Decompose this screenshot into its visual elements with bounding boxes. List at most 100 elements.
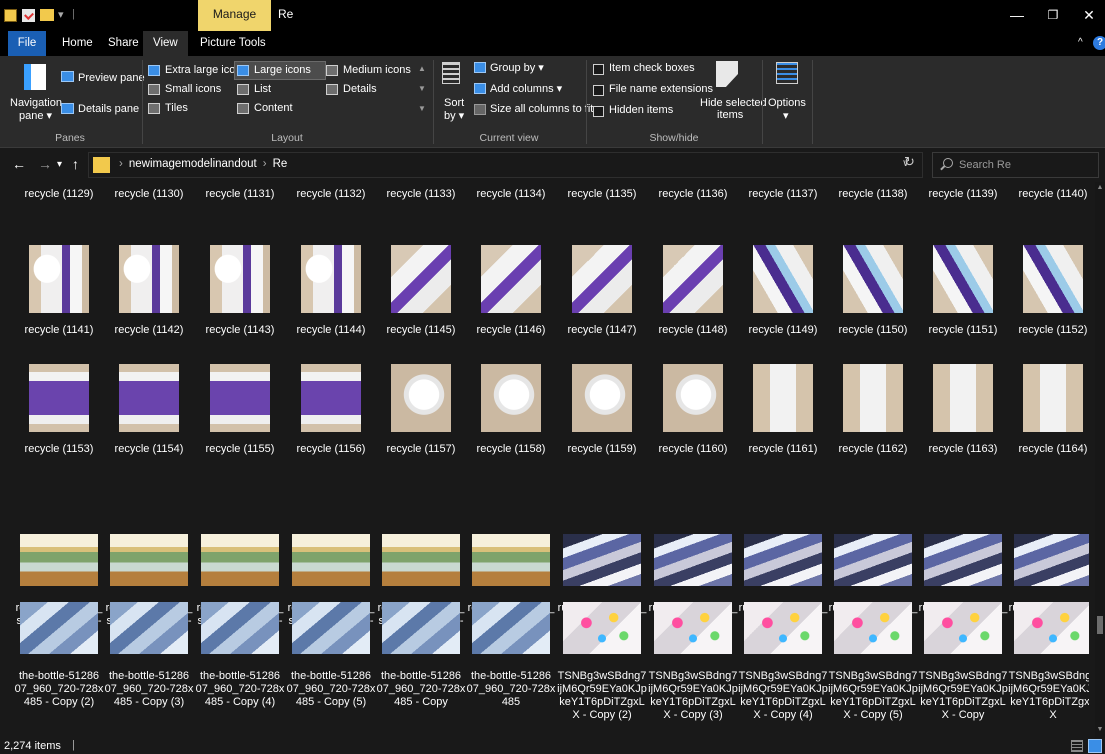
file-thumbnail[interactable] — [201, 602, 279, 654]
file-thumbnail[interactable] — [563, 534, 641, 586]
content-option[interactable]: Content — [235, 100, 293, 117]
options-button[interactable]: Options — [768, 97, 806, 109]
large-icons-view-button[interactable] — [1088, 739, 1102, 753]
file-thumbnail[interactable] — [924, 602, 1002, 654]
up-button[interactable]: ↑ — [72, 156, 79, 172]
file-thumbnail[interactable] — [292, 534, 370, 586]
back-button[interactable]: ← — [12, 156, 26, 172]
file-thumbnail[interactable] — [391, 245, 451, 313]
file-thumbnail[interactable] — [1014, 602, 1089, 654]
scroll-down-arrow[interactable]: ▼ — [1095, 726, 1105, 733]
group-by-button[interactable]: Group by ▾ — [490, 61, 544, 74]
navigation-pane-button-line2[interactable]: pane ▾ — [19, 109, 52, 122]
file-thumbnail[interactable] — [933, 245, 993, 313]
address-bar[interactable]: › newimagemodelinandout › Re ∨ — [88, 152, 923, 178]
details-pane-button[interactable]: Details pane — [78, 103, 139, 115]
checkmark-icon[interactable] — [22, 9, 35, 22]
recent-locations-button[interactable]: ▾ — [57, 159, 62, 170]
options-dropdown-arrow[interactable]: ▾ — [783, 109, 789, 122]
search-input[interactable] — [957, 155, 1087, 175]
scroll-thumb[interactable] — [1097, 616, 1103, 634]
file-thumbnail[interactable] — [753, 364, 813, 432]
sort-by-button[interactable]: Sort — [444, 97, 464, 109]
quick-access-dropdown[interactable]: ▾ — [58, 8, 64, 22]
medium-icons-option[interactable]: Medium icons — [324, 62, 411, 79]
file-thumbnail[interactable] — [834, 534, 912, 586]
file-thumbnail[interactable] — [301, 364, 361, 432]
details-option[interactable]: Details — [324, 81, 377, 98]
help-icon[interactable]: ? — [1093, 36, 1105, 50]
file-thumbnail[interactable] — [472, 602, 550, 654]
close-button[interactable]: ✕ — [1072, 0, 1105, 31]
folder-properties-icon[interactable] — [4, 9, 17, 22]
manage-tab[interactable]: Manage — [198, 0, 271, 31]
file-thumbnail[interactable] — [744, 602, 822, 654]
scroll-up-arrow[interactable]: ▲ — [1095, 184, 1105, 191]
sort-by-button-line2[interactable]: by ▾ — [444, 109, 464, 122]
large-icons-option[interactable]: Large icons — [234, 61, 326, 80]
file-thumbnail[interactable] — [834, 602, 912, 654]
file-name-extensions-checkbox[interactable] — [593, 85, 604, 96]
file-thumbnail[interactable] — [1014, 534, 1089, 586]
file-thumbnail[interactable] — [119, 364, 179, 432]
file-thumbnail[interactable] — [654, 534, 732, 586]
navigation-pane-icon[interactable] — [24, 64, 46, 90]
layout-scroll-up[interactable]: ▲ — [418, 64, 426, 73]
file-thumbnail[interactable] — [481, 364, 541, 432]
file-thumbnail[interactable] — [210, 245, 270, 313]
file-thumbnail[interactable] — [382, 602, 460, 654]
file-thumbnail[interactable] — [210, 364, 270, 432]
file-thumbnail[interactable] — [110, 602, 188, 654]
file-thumbnail[interactable] — [20, 602, 98, 654]
forward-button[interactable]: → — [38, 156, 52, 172]
item-check-boxes-checkbox[interactable] — [593, 64, 604, 75]
file-thumbnail[interactable] — [20, 534, 98, 586]
minimize-button[interactable]: — — [1000, 0, 1034, 31]
file-thumbnail[interactable] — [472, 534, 550, 586]
tab-file[interactable]: File — [8, 31, 46, 56]
maximize-button[interactable]: ❐ — [1036, 0, 1070, 31]
file-thumbnail[interactable] — [933, 364, 993, 432]
file-thumbnail[interactable] — [753, 245, 813, 313]
file-thumbnail[interactable] — [29, 364, 89, 432]
file-thumbnail[interactable] — [744, 534, 822, 586]
file-thumbnail[interactable] — [29, 245, 89, 313]
file-thumbnail[interactable] — [843, 364, 903, 432]
preview-pane-button[interactable]: Preview pane — [78, 72, 145, 84]
file-thumbnail[interactable] — [481, 245, 541, 313]
file-thumbnail[interactable] — [301, 245, 361, 313]
file-thumbnail[interactable] — [663, 245, 723, 313]
file-thumbnail[interactable] — [843, 245, 903, 313]
vertical-scrollbar[interactable]: ▲ ▼ — [1095, 182, 1105, 738]
hide-selected-items-button-line2[interactable]: items — [717, 109, 743, 121]
file-thumbnail[interactable] — [201, 534, 279, 586]
file-thumbnail[interactable] — [663, 364, 723, 432]
sort-icon[interactable] — [442, 62, 460, 84]
file-thumbnail[interactable] — [572, 364, 632, 432]
add-columns-button[interactable]: Add columns ▾ — [490, 82, 562, 95]
layout-scroll-down[interactable]: ▼ — [418, 84, 426, 93]
file-thumbnail[interactable] — [119, 245, 179, 313]
tab-home[interactable]: Home — [52, 31, 103, 56]
size-all-columns-button[interactable]: Size all columns to fit — [490, 103, 593, 115]
file-thumbnail[interactable] — [110, 534, 188, 586]
hidden-items-checkbox[interactable] — [593, 106, 604, 117]
file-thumbnail[interactable] — [924, 534, 1002, 586]
options-icon[interactable] — [776, 62, 798, 84]
new-folder-icon[interactable] — [40, 9, 54, 21]
ribbon-collapse-button[interactable]: ^ — [1078, 37, 1083, 48]
refresh-button[interactable]: ↻ — [904, 154, 915, 170]
extra-large-icons-option[interactable]: Extra large icons — [146, 62, 247, 79]
file-thumbnail[interactable] — [1023, 245, 1083, 313]
tab-picture-tools[interactable]: Picture Tools — [190, 31, 276, 56]
file-thumbnail[interactable] — [1023, 364, 1083, 432]
details-pane-icon[interactable] — [61, 103, 74, 114]
file-thumbnail[interactable] — [563, 602, 641, 654]
layout-expand[interactable]: ▼ — [418, 104, 426, 113]
list-option[interactable]: List — [235, 81, 271, 98]
file-thumbnail[interactable] — [654, 602, 732, 654]
hide-selected-items-button[interactable]: Hide selected — [700, 97, 767, 109]
preview-pane-icon[interactable] — [61, 71, 74, 82]
small-icons-option[interactable]: Small icons — [146, 81, 221, 98]
file-thumbnail[interactable] — [292, 602, 370, 654]
